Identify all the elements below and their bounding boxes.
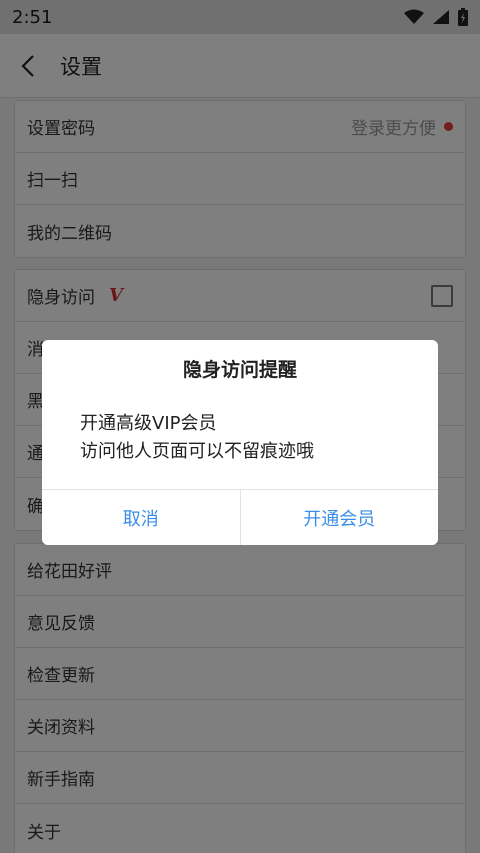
open-vip-button[interactable]: 开通会员 — [241, 490, 439, 545]
dialog-title: 隐身访问提醒 — [182, 358, 297, 381]
cancel-button[interactable]: 取消 — [42, 490, 240, 545]
dialog-actions: 取消 开通会员 — [42, 489, 438, 545]
dialog-line-2: 访问他人页面可以不留痕迹哦 — [80, 441, 314, 462]
dialog-line-1: 开通高级VIP会员 — [80, 413, 217, 434]
dialog-body: 开通高级VIP会员 访问他人页面可以不留痕迹哦 — [42, 396, 438, 489]
stealth-visit-dialog: 隐身访问提醒 开通高级VIP会员 访问他人页面可以不留痕迹哦 取消 开通会员 — [42, 340, 438, 545]
